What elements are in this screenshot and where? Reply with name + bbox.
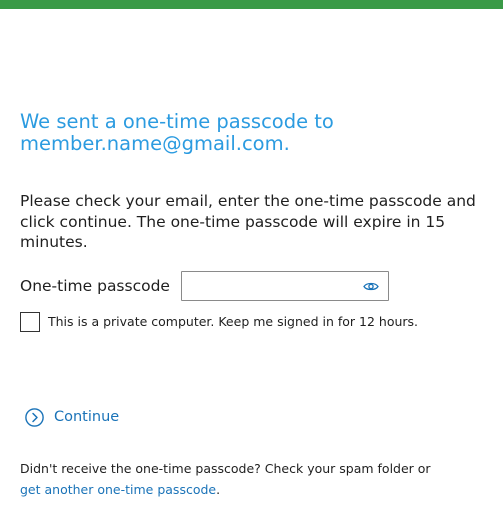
eye-icon[interactable] [363,281,379,292]
top-accent-bar [0,0,503,9]
continue-label[interactable]: Continue [54,407,119,427]
footer-text: Didn't receive the one-time passcode? Ch… [20,458,490,500]
passcode-field[interactable] [180,271,389,301]
passcode-page: We sent a one-time passcode to member.na… [0,0,503,530]
get-another-passcode-link[interactable]: get another one-time passcode [20,482,216,497]
instructions-text: Please check your email, enter the one-t… [20,192,476,251]
footer-suffix: . [216,482,221,497]
keep-signed-in-label[interactable]: This is a private computer. Keep me sign… [48,314,418,330]
passcode-input[interactable] [181,272,358,300]
continue-button[interactable]: Continue [25,407,119,427]
passcode-label: One-time passcode [20,277,170,295]
page-heading: We sent a one-time passcode to member.na… [20,111,490,155]
remember-row: This is a private computer. Keep me sign… [20,312,418,332]
heading-line-1: We sent a one-time passcode to [20,110,334,133]
chevron-right-circle-icon[interactable] [25,407,44,427]
keep-signed-in-checkbox[interactable] [20,312,40,332]
passcode-row: One-time passcode [20,270,389,302]
footer-message: Didn't receive the one-time passcode? Ch… [20,461,431,476]
heading-email: member.name@gmail.com. [20,132,290,155]
